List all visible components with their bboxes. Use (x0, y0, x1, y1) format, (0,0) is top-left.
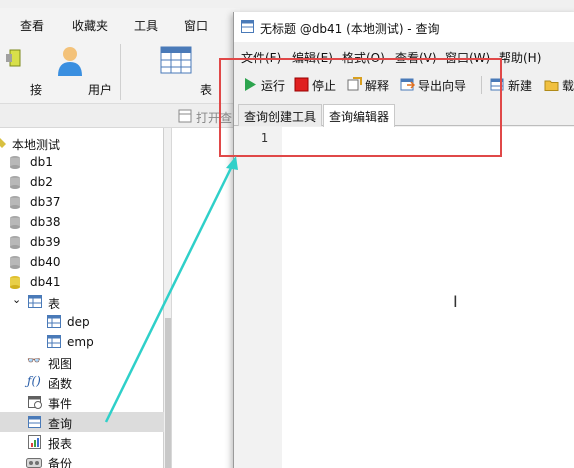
annotation-arrow (104, 156, 238, 423)
